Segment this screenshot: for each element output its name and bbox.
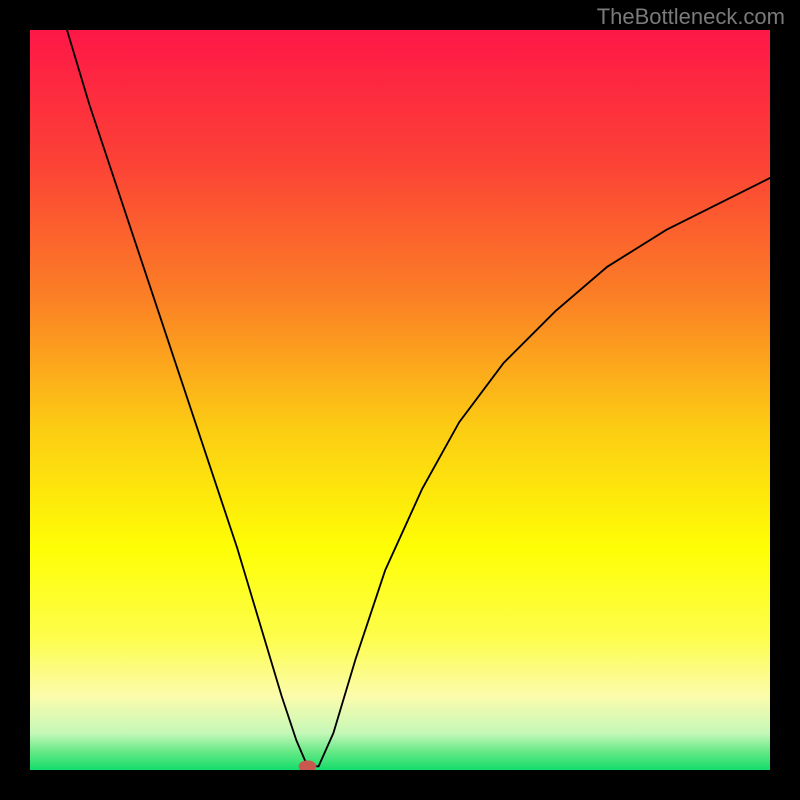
bottleneck-curve [67,30,770,766]
optimal-marker [299,760,317,770]
curve-layer [30,30,770,770]
watermark-text: TheBottleneck.com [597,4,785,30]
chart-frame: TheBottleneck.com [0,0,800,800]
plot-area [30,30,770,770]
